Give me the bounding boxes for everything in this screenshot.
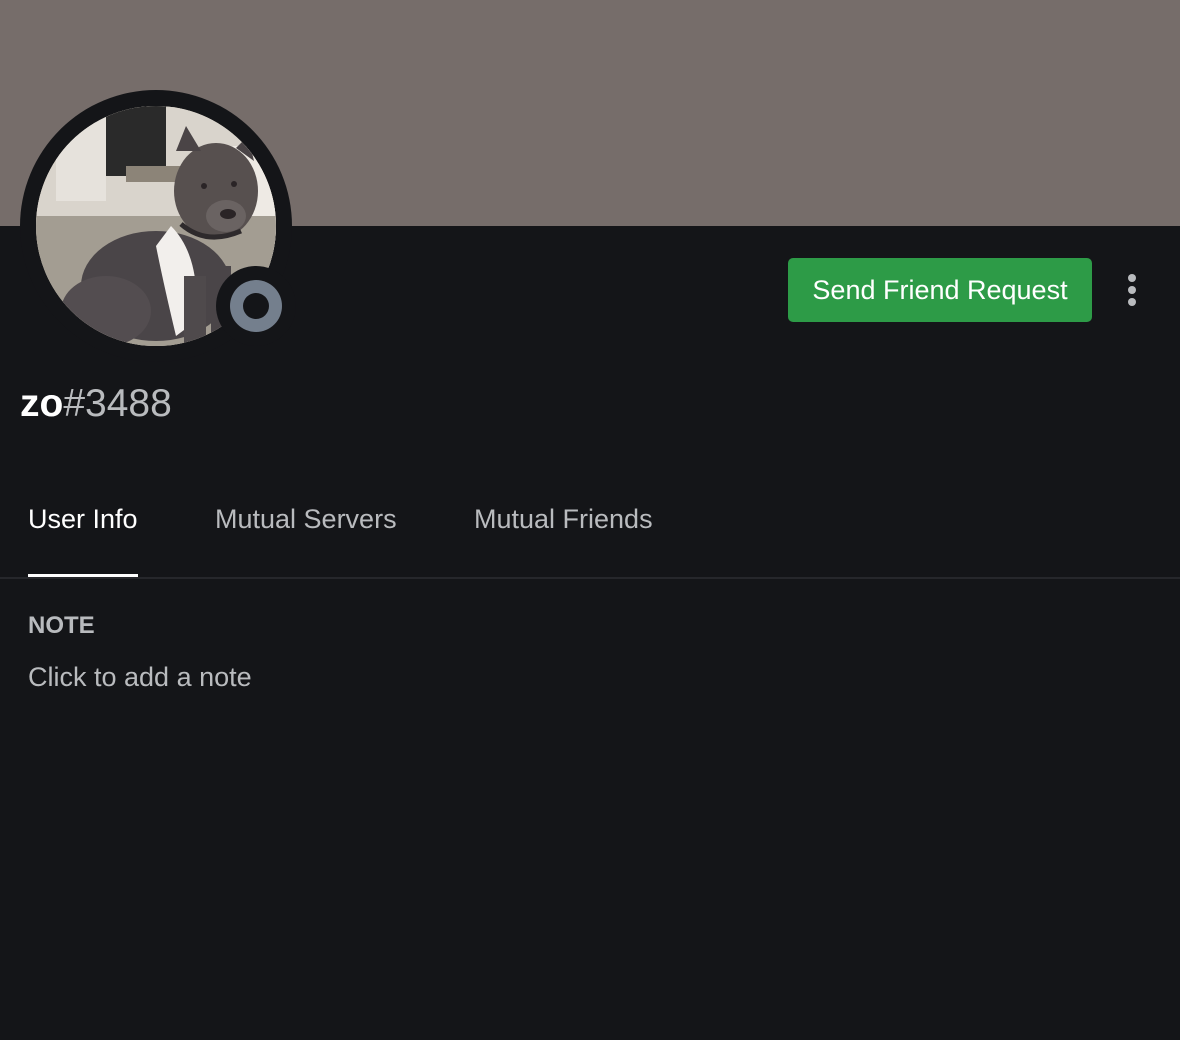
note-input[interactable]: Click to add a note <box>28 656 252 698</box>
send-friend-request-button[interactable]: Send Friend Request <box>788 258 1092 322</box>
user-profile-modal: Send Friend Request zo#3488 User Info Mu… <box>0 0 1180 1040</box>
note-heading: NOTE <box>28 612 95 639</box>
tab-mutual-servers[interactable]: Mutual Servers <box>215 490 397 577</box>
profile-tab-bar: User Info Mutual Servers Mutual Friends <box>0 490 1180 579</box>
avatar-frame <box>20 90 296 362</box>
tab-mutual-friends[interactable]: Mutual Friends <box>474 490 653 577</box>
more-dot <box>1128 298 1136 306</box>
status-indicator-frame <box>216 266 296 346</box>
more-options-icon[interactable] <box>1116 270 1148 310</box>
username-heading: zo#3488 <box>20 376 172 432</box>
tab-user-info[interactable]: User Info <box>28 490 138 577</box>
more-dot <box>1128 274 1136 282</box>
discriminator: #3488 <box>63 382 172 425</box>
offline-status-icon <box>230 280 282 332</box>
username: zo <box>20 382 64 425</box>
more-dot <box>1128 286 1136 294</box>
